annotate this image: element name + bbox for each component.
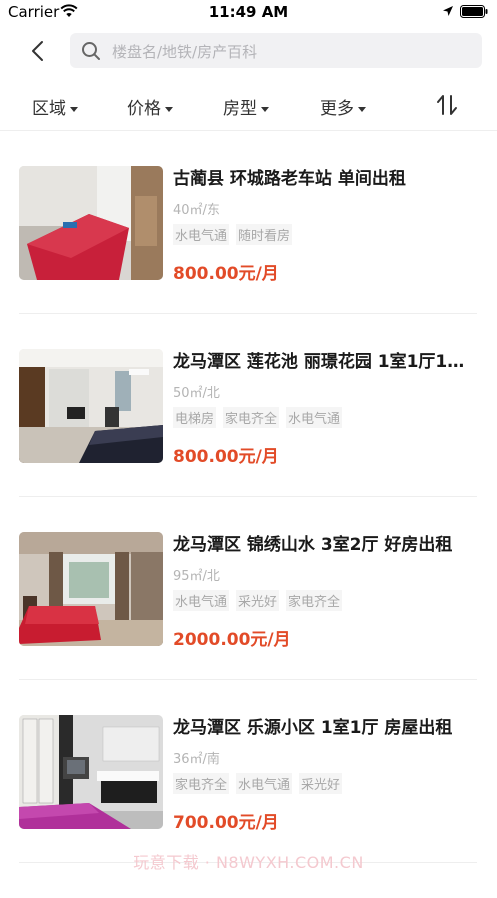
filter-more[interactable]: 更多 (320, 94, 366, 119)
divider (19, 679, 477, 680)
list-item[interactable]: 古蔺县 环城路老车站 单间出租 40㎡/东 水电气通 随时看房 800.00元/月 (0, 166, 497, 349)
listing-tag: 家电齐全 (223, 407, 280, 428)
listing-tag: 家电齐全 (286, 590, 343, 611)
caret-down-icon (358, 106, 366, 112)
caret-down-icon (261, 106, 269, 112)
listing-price: 2000.00元/月 (173, 630, 291, 650)
status-time: 11:49 AM (208, 3, 289, 21)
search-box[interactable] (70, 33, 482, 70)
divider (19, 496, 477, 497)
filter-region-label: 区域 (32, 99, 66, 119)
listing-tags: 水电气通 采光好 家电齐全 (173, 590, 349, 611)
listing-photo (19, 349, 163, 463)
listing-tag: 水电气通 (236, 773, 293, 794)
listing-tags: 家电齐全 水电气通 采光好 (173, 773, 349, 794)
filter-room-type[interactable]: 房型 (223, 94, 269, 119)
listing-tags: 电梯房 家电齐全 水电气通 (173, 407, 349, 428)
listing-photo (19, 715, 163, 829)
status-bar: Carrier 11:49 AM (0, 0, 497, 26)
listing-tag: 水电气通 (286, 407, 343, 428)
listing-price: 700.00元/月 (173, 813, 279, 833)
listing-tag: 水电气通 (173, 590, 230, 611)
search-icon (82, 42, 100, 60)
listing-area: 95㎡/北 (173, 569, 220, 584)
listing-tag: 随时看房 (236, 224, 293, 245)
watermark: 玩意下载 · N8WYXH.COM.CN (133, 853, 364, 872)
filter-region[interactable]: 区域 (32, 94, 78, 119)
caret-down-icon (70, 106, 78, 112)
filter-more-label: 更多 (320, 99, 354, 119)
listing-tags: 水电气通 随时看房 (173, 224, 299, 245)
listing-tag: 水电气通 (173, 224, 230, 245)
listing-area: 40㎡/东 (173, 203, 220, 218)
listing-area: 50㎡/北 (173, 386, 220, 401)
list-item[interactable]: 龙马潭区 莲花池 丽璟花园 1室1厅1卫 房屋出租 50㎡/北 电梯房家电齐全水… (0, 349, 497, 532)
search-input[interactable] (110, 33, 474, 70)
caret-down-icon (165, 106, 173, 112)
battery-icon (460, 5, 488, 18)
listing-title: 龙马潭区 莲花池 丽璟花园 1室1厅1卫 房屋出租 (173, 352, 473, 372)
location-arrow-icon (443, 6, 453, 16)
listing-tag: 家电齐全 (173, 773, 230, 794)
sort-icon[interactable] (434, 92, 460, 118)
listing-title: 龙马潭区 乐源小区 1室1厅 房屋出租 (173, 718, 453, 738)
listing-price: 800.00元/月 (173, 447, 279, 467)
listing-photo (19, 166, 163, 280)
filter-price-label: 价格 (127, 99, 161, 119)
filter-bar: 区域 价格 房型 更多 (0, 80, 497, 131)
filter-room-type-label: 房型 (223, 99, 257, 119)
divider (19, 313, 477, 314)
list-item[interactable]: 龙马潭区 锦绣山水 3室2厅 好房出租 95㎡/北 水电气通 采光好 家电齐全 20… (0, 532, 497, 715)
listing-title: 龙马潭区 锦绣山水 3室2厅 好房出租 (173, 535, 453, 555)
listing-tag: 采光好 (236, 590, 280, 611)
listing-tag: 电梯房 (173, 407, 217, 428)
listing-price: 800.00元/月 (173, 264, 279, 284)
navigation-bar (0, 26, 497, 76)
listing-area: 36㎡/南 (173, 752, 220, 767)
listing-title: 古蔺县 环城路老车站 单间出租 (173, 169, 406, 189)
filter-price[interactable]: 价格 (127, 94, 173, 119)
listing-tag: 采光好 (299, 773, 343, 794)
back-arrow-icon[interactable] (24, 36, 54, 66)
listing-photo (19, 532, 163, 646)
